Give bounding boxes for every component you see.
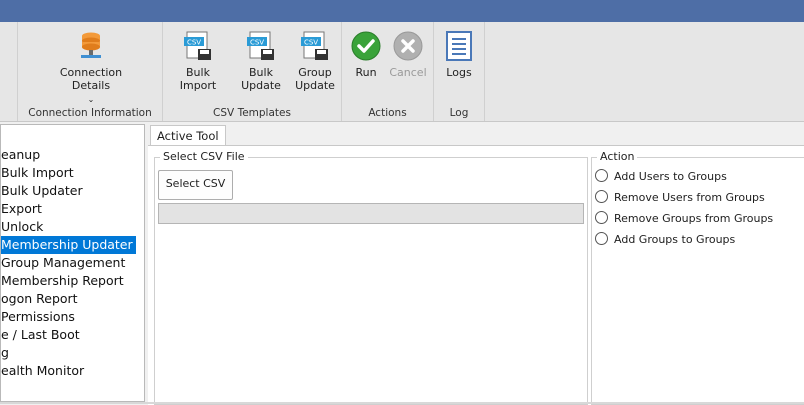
select-csv-button[interactable]: Select CSV — [158, 170, 233, 200]
tab-active-tool[interactable]: Active Tool — [150, 125, 226, 147]
radio-circle-icon — [595, 232, 608, 245]
ribbon-group-csv: CSV Bulk Import CSV Bulk Update CSV Grou… — [163, 22, 342, 121]
list-item[interactable]: g — [1, 344, 9, 362]
ribbon: Connection Details ⌄ Connection Informat… — [0, 22, 804, 122]
check-icon — [351, 31, 381, 61]
main-area: Active Tool Select CSV File Select CSV A… — [148, 124, 804, 405]
svg-text:CSV: CSV — [304, 39, 318, 47]
tab-content: Select CSV File Select CSV Action Add Us… — [148, 145, 804, 405]
radio-circle-icon — [595, 190, 608, 203]
list-item[interactable]: ogon Report — [1, 290, 78, 308]
radio-add-groups-to-groups[interactable]: Add Groups to Groups — [595, 232, 735, 248]
cancel-label: Cancel — [389, 66, 427, 79]
ribbon-group-label-connection: Connection Information — [28, 107, 152, 119]
logs-button[interactable]: Logs — [440, 30, 478, 79]
action-group: Action Add Users to Groups Remove Users … — [591, 150, 804, 405]
group-update-label: Group Update — [295, 66, 335, 92]
list-item[interactable]: eanup — [1, 146, 40, 164]
ribbon-group-label-actions: Actions — [368, 107, 407, 119]
radio-label: Add Users to Groups — [614, 170, 727, 183]
csv-path-field[interactable] — [158, 203, 584, 224]
database-icon — [81, 32, 101, 58]
list-item[interactable]: Bulk Updater — [1, 182, 83, 200]
bulk-update-button[interactable]: CSV Bulk Update — [230, 30, 292, 92]
list-item[interactable]: Export — [1, 200, 42, 218]
svg-text:CSV: CSV — [187, 39, 201, 47]
ribbon-group-partial — [0, 22, 18, 121]
radio-circle-icon — [595, 211, 608, 224]
bulk-import-button[interactable]: CSV Bulk Import — [167, 30, 229, 92]
list-item[interactable]: ealth Monitor — [1, 362, 84, 380]
radio-label: Remove Groups from Groups — [614, 212, 774, 225]
ribbon-group-log: Logs Log — [434, 22, 485, 121]
svg-text:CSV: CSV — [250, 39, 264, 47]
csv-file-icon: CSV — [247, 31, 274, 60]
close-icon — [393, 31, 423, 61]
connection-details-label: Connection Details — [59, 66, 123, 92]
bulk-import-label: Bulk Import — [179, 66, 217, 92]
list-item[interactable]: e / Last Boot — [1, 326, 80, 344]
chevron-down-icon: ⌄ — [87, 95, 95, 104]
select-csv-group: Select CSV File Select CSV — [154, 150, 588, 405]
ribbon-group-connection: Connection Details ⌄ Connection Informat… — [18, 22, 163, 121]
select-csv-legend: Select CSV File — [160, 150, 248, 163]
title-bar — [0, 0, 804, 22]
list-item[interactable]: Group Management — [1, 254, 125, 272]
group-update-button[interactable]: CSV Group Update — [293, 30, 337, 92]
connection-details-button[interactable]: Connection Details ⌄ — [58, 30, 124, 106]
radio-remove-groups-from-groups[interactable]: Remove Groups from Groups — [595, 211, 773, 227]
list-item[interactable]: Permissions — [1, 308, 75, 326]
bulk-update-label: Bulk Update — [241, 66, 281, 92]
radio-remove-users-from-groups[interactable]: Remove Users from Groups — [595, 190, 765, 206]
ribbon-group-label-log: Log — [449, 107, 469, 119]
csv-file-icon: CSV — [301, 31, 328, 60]
csv-file-icon: CSV — [184, 31, 211, 60]
action-legend: Action — [597, 150, 638, 163]
radio-circle-icon — [595, 169, 608, 182]
radio-label: Remove Users from Groups — [614, 191, 765, 204]
radio-label: Add Groups to Groups — [614, 233, 736, 246]
ribbon-group-label-csv: CSV Templates — [213, 107, 291, 119]
radio-add-users-to-groups[interactable]: Add Users to Groups — [595, 169, 727, 185]
ribbon-group-actions: Run Cancel Actions — [342, 22, 434, 121]
document-lines-icon — [446, 31, 472, 61]
tool-list: eanup Bulk Import Bulk Updater Export Un… — [0, 124, 145, 402]
list-item[interactable]: Unlock — [1, 218, 43, 236]
run-label: Run — [355, 66, 377, 79]
list-item-selected[interactable]: Membership Updater — [1, 236, 136, 254]
list-item[interactable]: Membership Report — [1, 272, 124, 290]
run-button[interactable]: Run — [348, 30, 384, 79]
list-item[interactable]: Bulk Import — [1, 164, 74, 182]
logs-label: Logs — [446, 66, 472, 79]
cancel-button[interactable]: Cancel — [388, 30, 428, 79]
